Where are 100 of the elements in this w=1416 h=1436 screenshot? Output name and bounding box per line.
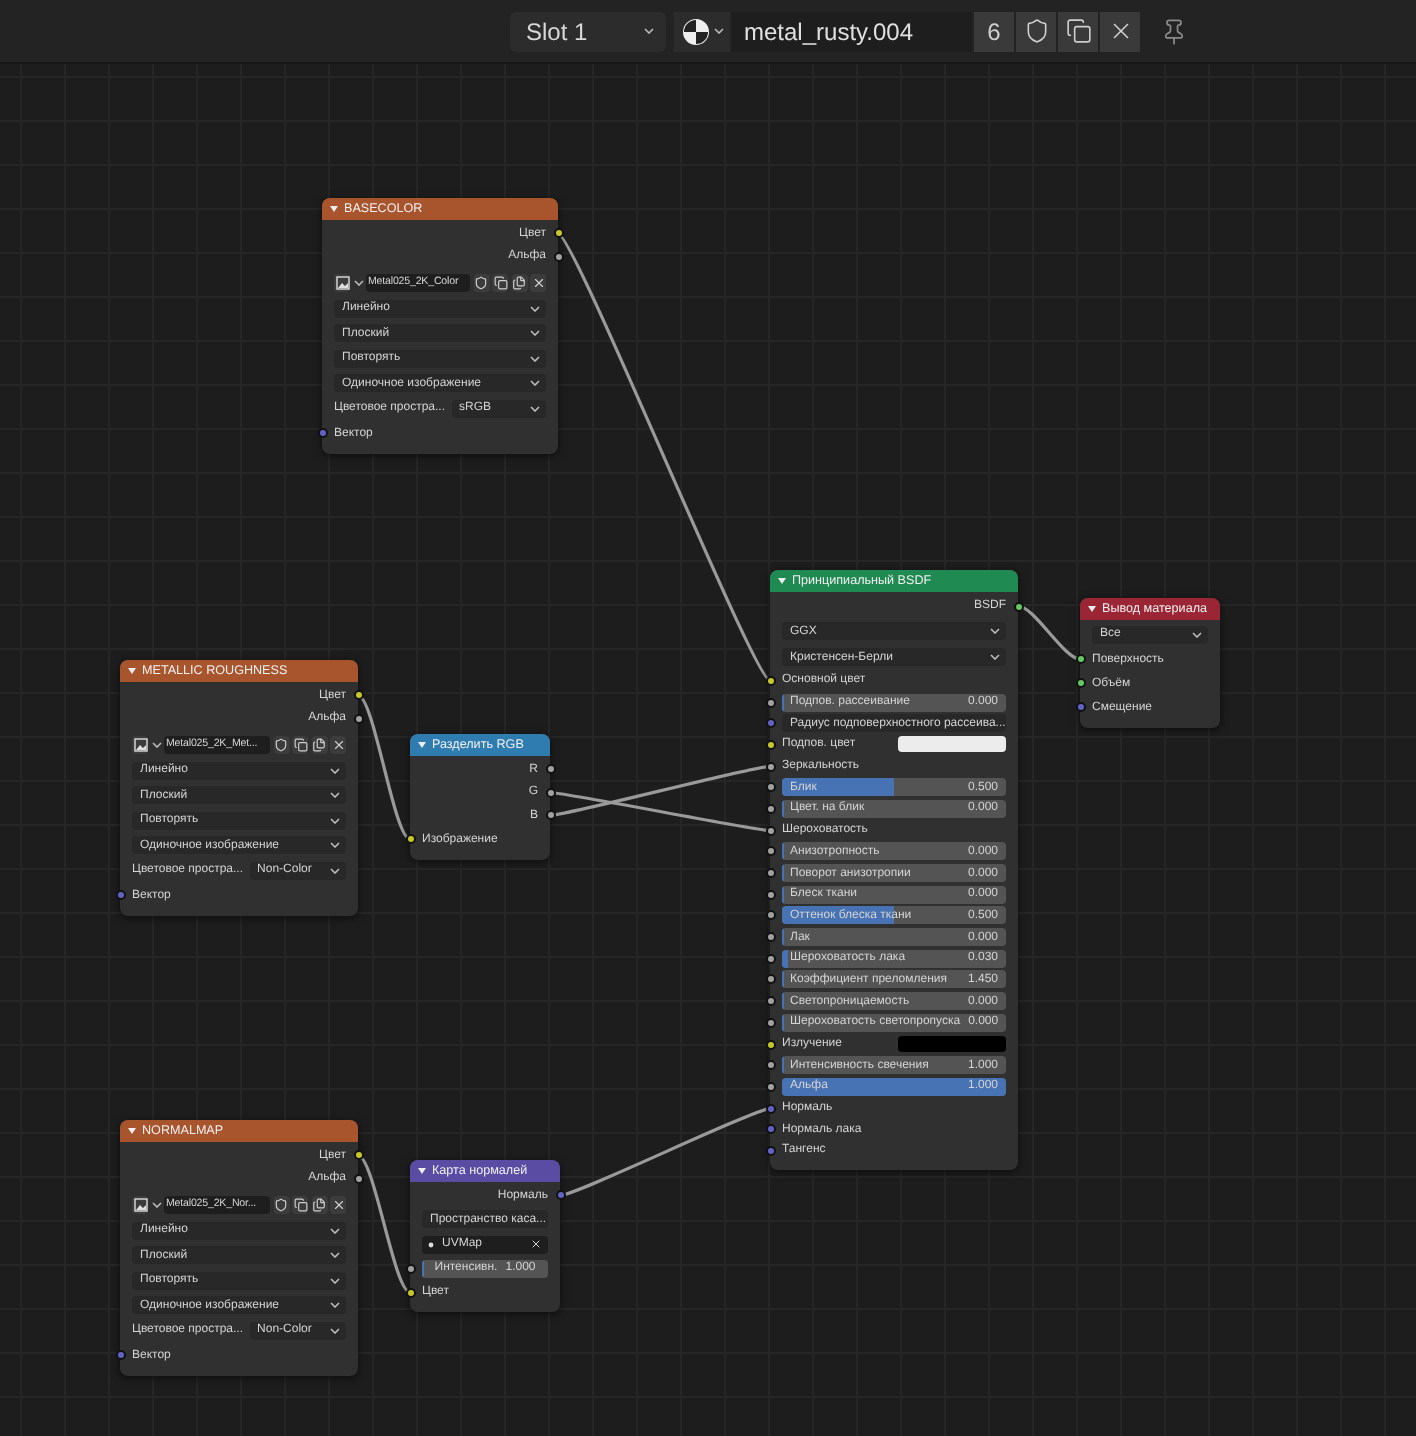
material-browse-button[interactable]	[674, 11, 730, 51]
socket-dot[interactable]	[353, 690, 363, 701]
slot-dropdown[interactable]: Slot 1	[510, 11, 666, 51]
socket-dot[interactable]	[553, 251, 563, 262]
chevron-icon	[151, 741, 161, 747]
collapse-icon[interactable]	[418, 1168, 426, 1174]
socket-dot[interactable]	[765, 739, 775, 750]
close-icon	[531, 275, 545, 289]
socket-dot[interactable]	[553, 228, 563, 239]
dot-icon	[428, 1241, 434, 1247]
picture-icon	[335, 275, 349, 289]
chevron-icon	[330, 1227, 340, 1234]
socket-dot[interactable]	[765, 697, 775, 708]
socket-dot[interactable]	[1075, 654, 1085, 664]
socket-dot[interactable]	[765, 761, 775, 772]
collapse-icon[interactable]	[128, 668, 136, 674]
copy-button[interactable]	[292, 1195, 308, 1213]
socket-dot[interactable]	[765, 782, 775, 793]
files-button[interactable]	[311, 735, 327, 753]
shield-button[interactable]	[1016, 11, 1056, 51]
socket-dot[interactable]	[555, 1190, 565, 1201]
socket-dot[interactable]	[765, 1039, 775, 1050]
files-button[interactable]	[511, 273, 527, 291]
copy-icon	[293, 737, 307, 751]
shield-icon	[274, 1197, 288, 1211]
close-button[interactable]	[530, 273, 546, 291]
material-name-field[interactable]: metal_rusty.004	[732, 11, 972, 51]
picture-icon	[133, 737, 147, 751]
socket-dot[interactable]	[765, 889, 775, 900]
socket-dot[interactable]	[765, 825, 775, 836]
chevron-icon	[990, 628, 1000, 634]
socket-dot[interactable]	[765, 868, 775, 879]
chevron-icon	[330, 1327, 340, 1334]
socket-dot[interactable]	[765, 953, 775, 964]
color-swatch[interactable]	[897, 1036, 1006, 1053]
socket-dot[interactable]	[765, 974, 775, 985]
files-icon	[312, 737, 326, 751]
copy-button[interactable]	[292, 735, 308, 753]
chevron-icon	[530, 380, 540, 387]
socket-dot[interactable]	[1075, 702, 1085, 712]
socket-dot[interactable]	[405, 834, 415, 844]
socket-dot[interactable]	[353, 713, 363, 724]
shield-button[interactable]	[273, 735, 289, 753]
close-icon	[331, 1197, 345, 1211]
socket-dot[interactable]	[545, 810, 555, 821]
chevron-icon	[530, 355, 540, 362]
chevron-icon	[990, 654, 1000, 660]
socket-dot[interactable]	[115, 1350, 125, 1360]
socket-dot[interactable]	[353, 1150, 363, 1161]
collapse-icon[interactable]	[128, 1128, 136, 1134]
user-count-button[interactable]: 6	[974, 11, 1014, 51]
collapse-icon[interactable]	[778, 578, 786, 584]
socket-dot[interactable]	[765, 932, 775, 943]
socket-dot[interactable]	[1075, 678, 1085, 688]
close-button[interactable]	[330, 735, 346, 753]
socket-dot[interactable]	[765, 1124, 775, 1135]
socket-dot[interactable]	[765, 1081, 775, 1092]
socket-dot[interactable]	[405, 1263, 415, 1273]
socket-dot[interactable]	[765, 1103, 775, 1114]
socket-dot[interactable]	[545, 764, 555, 775]
socket-dot[interactable]	[765, 910, 775, 921]
close-icon	[331, 737, 345, 751]
copy-button[interactable]	[1058, 11, 1098, 51]
socket-dot[interactable]	[765, 996, 775, 1007]
socket-dot[interactable]	[317, 428, 327, 438]
pin-icon	[1160, 17, 1188, 45]
socket-dot[interactable]	[1013, 601, 1023, 611]
image-browse-button[interactable]	[334, 273, 350, 291]
shield-button[interactable]	[273, 1195, 289, 1213]
close-icon[interactable]	[530, 1238, 542, 1250]
image-browse-button[interactable]	[132, 1195, 148, 1213]
socket-dot[interactable]	[765, 846, 775, 857]
copy-icon	[493, 275, 507, 289]
socket-dot[interactable]	[405, 1287, 415, 1297]
picture-icon	[133, 1197, 147, 1211]
socket-dot[interactable]	[765, 1145, 775, 1156]
chevron-icon	[330, 867, 340, 874]
close-button[interactable]	[330, 1195, 346, 1213]
shield-button[interactable]	[473, 273, 489, 291]
color-swatch[interactable]	[897, 736, 1006, 753]
socket-dot[interactable]	[765, 1060, 775, 1071]
collapse-icon[interactable]	[418, 742, 426, 748]
socket-dot[interactable]	[765, 718, 775, 729]
collapse-icon[interactable]	[1088, 606, 1096, 612]
socket-dot[interactable]	[765, 675, 775, 686]
node-card[interactable]	[770, 570, 1018, 1170]
files-button[interactable]	[311, 1195, 327, 1213]
collapse-icon[interactable]	[330, 206, 338, 212]
material-sphere-icon	[681, 17, 709, 45]
chevron-icon	[330, 792, 340, 799]
copy-button[interactable]	[492, 273, 508, 291]
close-button[interactable]	[1100, 11, 1140, 51]
socket-dot[interactable]	[765, 1017, 775, 1028]
socket-dot[interactable]	[115, 890, 125, 900]
socket-dot[interactable]	[353, 1173, 363, 1184]
files-icon	[312, 1197, 326, 1211]
socket-dot[interactable]	[765, 803, 775, 814]
chevron-icon	[353, 279, 363, 285]
socket-dot[interactable]	[545, 787, 555, 798]
image-browse-button[interactable]	[132, 735, 148, 753]
